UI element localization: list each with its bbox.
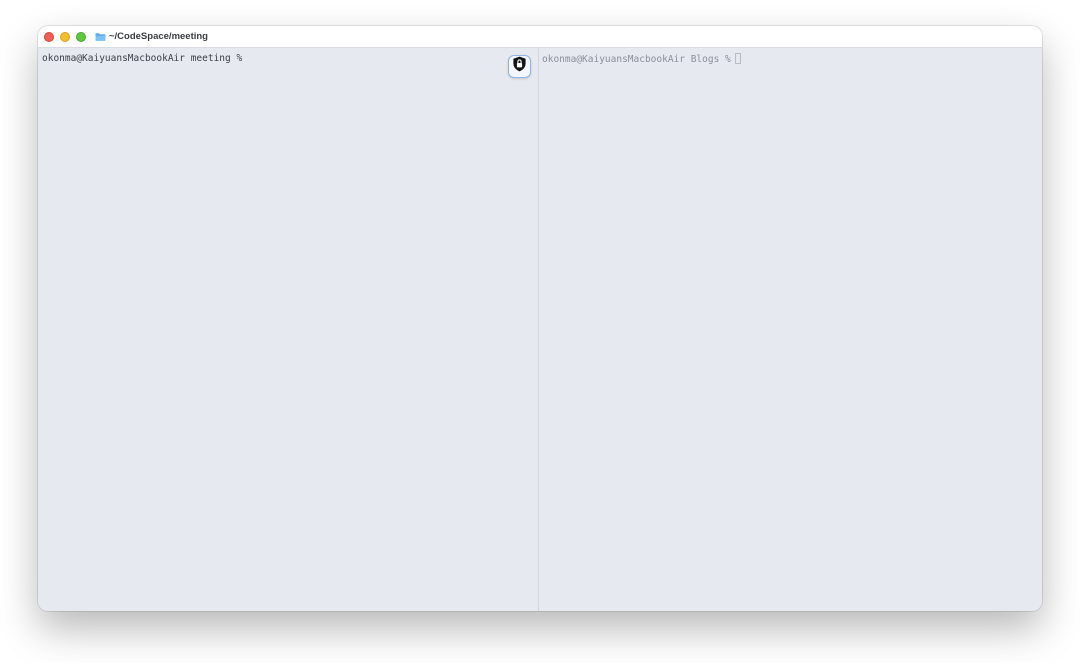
terminal-pane-left[interactable]: okonma@KaiyuansMacbookAir meeting %	[38, 48, 538, 611]
window-title: ~/CodeSpace/meeting	[109, 31, 208, 42]
lock-shield-icon	[512, 56, 527, 77]
shell-prompt-right-line: okonma@KaiyuansMacbookAir Blogs %	[542, 53, 741, 65]
maximize-window-button[interactable]	[76, 31, 86, 42]
terminal-pane-right[interactable]: okonma@KaiyuansMacbookAir Blogs %	[539, 48, 1042, 611]
minimize-window-button[interactable]	[60, 31, 70, 42]
window-controls	[44, 31, 92, 42]
shell-prompt-left: okonma@KaiyuansMacbookAir meeting %	[42, 53, 243, 64]
terminal-window: ~/CodeSpace/meeting okonma@KaiyuansMacbo…	[38, 26, 1042, 611]
secure-input-badge[interactable]	[508, 55, 531, 78]
folder-icon	[95, 32, 106, 41]
shell-prompt-right: okonma@KaiyuansMacbookAir Blogs %	[542, 54, 731, 65]
close-window-button[interactable]	[44, 31, 54, 42]
text-cursor	[734, 53, 741, 64]
title-bar[interactable]: ~/CodeSpace/meeting	[38, 26, 1042, 48]
